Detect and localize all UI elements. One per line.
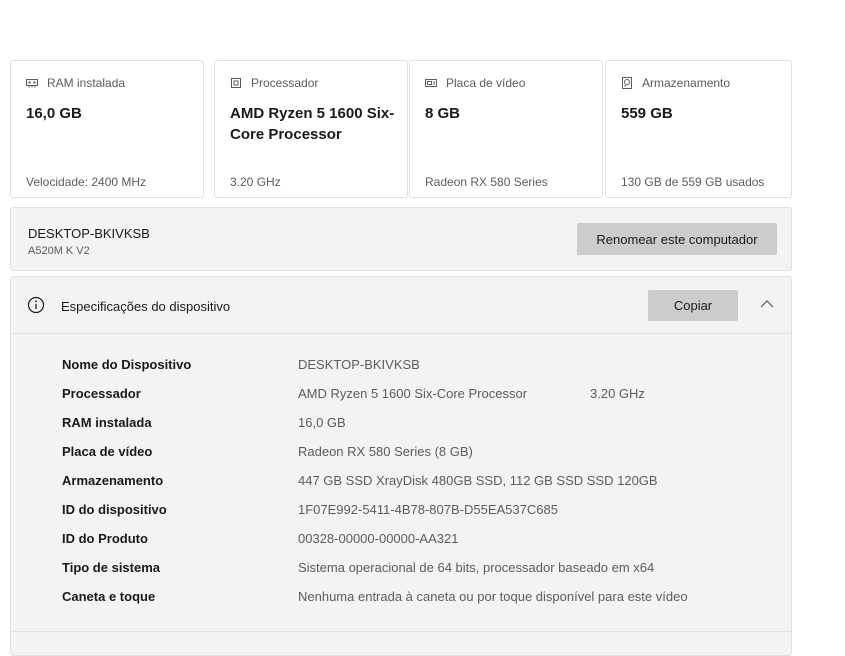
card-value: 16,0 GB bbox=[26, 105, 82, 122]
device-model: A520M K V2 bbox=[28, 245, 90, 257]
spec-row-system-type: Tipo de sistema Sistema operacional de 6… bbox=[62, 560, 791, 589]
card-title: Placa de vídeo bbox=[446, 76, 526, 90]
spec-value: 1F07E992-5411-4B78-807B-D55EA537C685 bbox=[298, 502, 558, 517]
spec-label: Nome do Dispositivo bbox=[62, 357, 192, 372]
card-value: 559 GB bbox=[621, 105, 673, 122]
card-footer: Radeon RX 580 Series bbox=[425, 175, 548, 189]
card-footer: 3.20 GHz bbox=[230, 175, 281, 189]
card-processor: Processador AMD Ryzen 5 1600 Six-Core Pr… bbox=[214, 60, 408, 198]
card-title: Processador bbox=[251, 76, 319, 90]
spec-row-gpu: Placa de vídeo Radeon RX 580 Series (8 G… bbox=[62, 444, 791, 473]
card-title: Armazenamento bbox=[642, 76, 731, 90]
storage-icon bbox=[622, 77, 632, 89]
gpu-icon bbox=[425, 79, 437, 87]
card-value: 8 GB bbox=[425, 105, 461, 122]
spec-label: Processador bbox=[62, 386, 141, 401]
spec-list: Nome do Dispositivo DESKTOP-BKIVKSB Proc… bbox=[62, 357, 791, 618]
spec-value: 00328-00000-00000-AA321 bbox=[298, 531, 459, 546]
rename-computer-button[interactable]: Renomear este computador bbox=[577, 223, 777, 255]
specs-header[interactable]: Especificações do dispositivo Copiar bbox=[11, 277, 791, 334]
device-name-bar: DESKTOP-BKIVKSB A520M K V2 Renomear este… bbox=[10, 207, 792, 271]
divider bbox=[11, 631, 791, 632]
spec-row-ram: RAM instalada 16,0 GB bbox=[62, 415, 791, 444]
info-icon bbox=[27, 296, 45, 314]
spec-row-product-id: ID do Produto 00328-00000-00000-AA321 bbox=[62, 531, 791, 560]
spec-row-device-name: Nome do Dispositivo DESKTOP-BKIVKSB bbox=[62, 357, 791, 386]
card-storage: Armazenamento 559 GB 130 GB de 559 GB us… bbox=[605, 60, 792, 198]
card-value: AMD Ryzen 5 1600 Six-Core Processor bbox=[230, 105, 395, 143]
specs-title: Especificações do dispositivo bbox=[61, 299, 231, 314]
ram-icon bbox=[26, 79, 38, 88]
card-gpu: Placa de vídeo 8 GB Radeon RX 580 Series bbox=[409, 60, 603, 198]
spec-value: DESKTOP-BKIVKSB bbox=[298, 357, 420, 372]
spec-label: Tipo de sistema bbox=[62, 560, 161, 575]
card-ram: RAM instalada 16,0 GB Velocidade: 2400 M… bbox=[10, 60, 204, 198]
spec-label: Placa de vídeo bbox=[62, 444, 153, 459]
spec-row-storage: Armazenamento 447 GB SSD XrayDisk 480GB … bbox=[62, 473, 791, 502]
device-specifications-panel: Especificações do dispositivo Copiar Nom… bbox=[10, 276, 792, 656]
spec-value: Sistema operacional de 64 bits, processa… bbox=[298, 560, 655, 575]
summary-cards: RAM instalada 16,0 GB Velocidade: 2400 M… bbox=[10, 60, 792, 200]
spec-row-pen-touch: Caneta e toque Nenhuma entrada à caneta … bbox=[62, 589, 791, 618]
spec-value: Nenhuma entrada à caneta ou por toque di… bbox=[298, 589, 688, 604]
spec-value: Radeon RX 580 Series (8 GB) bbox=[298, 444, 473, 459]
chevron-up-icon[interactable] bbox=[759, 296, 775, 312]
spec-label: ID do Produto bbox=[62, 531, 148, 546]
spec-label: Caneta e toque bbox=[62, 589, 156, 604]
spec-label: ID do dispositivo bbox=[62, 502, 167, 517]
card-footer: Velocidade: 2400 MHz bbox=[26, 175, 147, 189]
copy-button[interactable]: Copiar bbox=[648, 290, 738, 321]
spec-label: Armazenamento bbox=[62, 473, 164, 488]
spec-row-device-id: ID do dispositivo 1F07E992-5411-4B78-807… bbox=[62, 502, 791, 531]
spec-label: RAM instalada bbox=[62, 415, 152, 430]
processor-icon bbox=[231, 78, 241, 88]
spec-value: 16,0 GB bbox=[298, 415, 346, 430]
spec-row-processor: Processador AMD Ryzen 5 1600 Six-Core Pr… bbox=[62, 386, 791, 415]
spec-value: AMD Ryzen 5 1600 Six-Core Processor bbox=[298, 386, 528, 401]
device-name: DESKTOP-BKIVKSB bbox=[28, 226, 150, 241]
spec-value: 447 GB SSD XrayDisk 480GB SSD, 112 GB SS… bbox=[298, 473, 658, 488]
card-title: RAM instalada bbox=[47, 76, 126, 90]
card-footer: 130 GB de 559 GB usados bbox=[621, 175, 765, 189]
spec-extra-value: 3.20 GHz bbox=[590, 386, 645, 401]
